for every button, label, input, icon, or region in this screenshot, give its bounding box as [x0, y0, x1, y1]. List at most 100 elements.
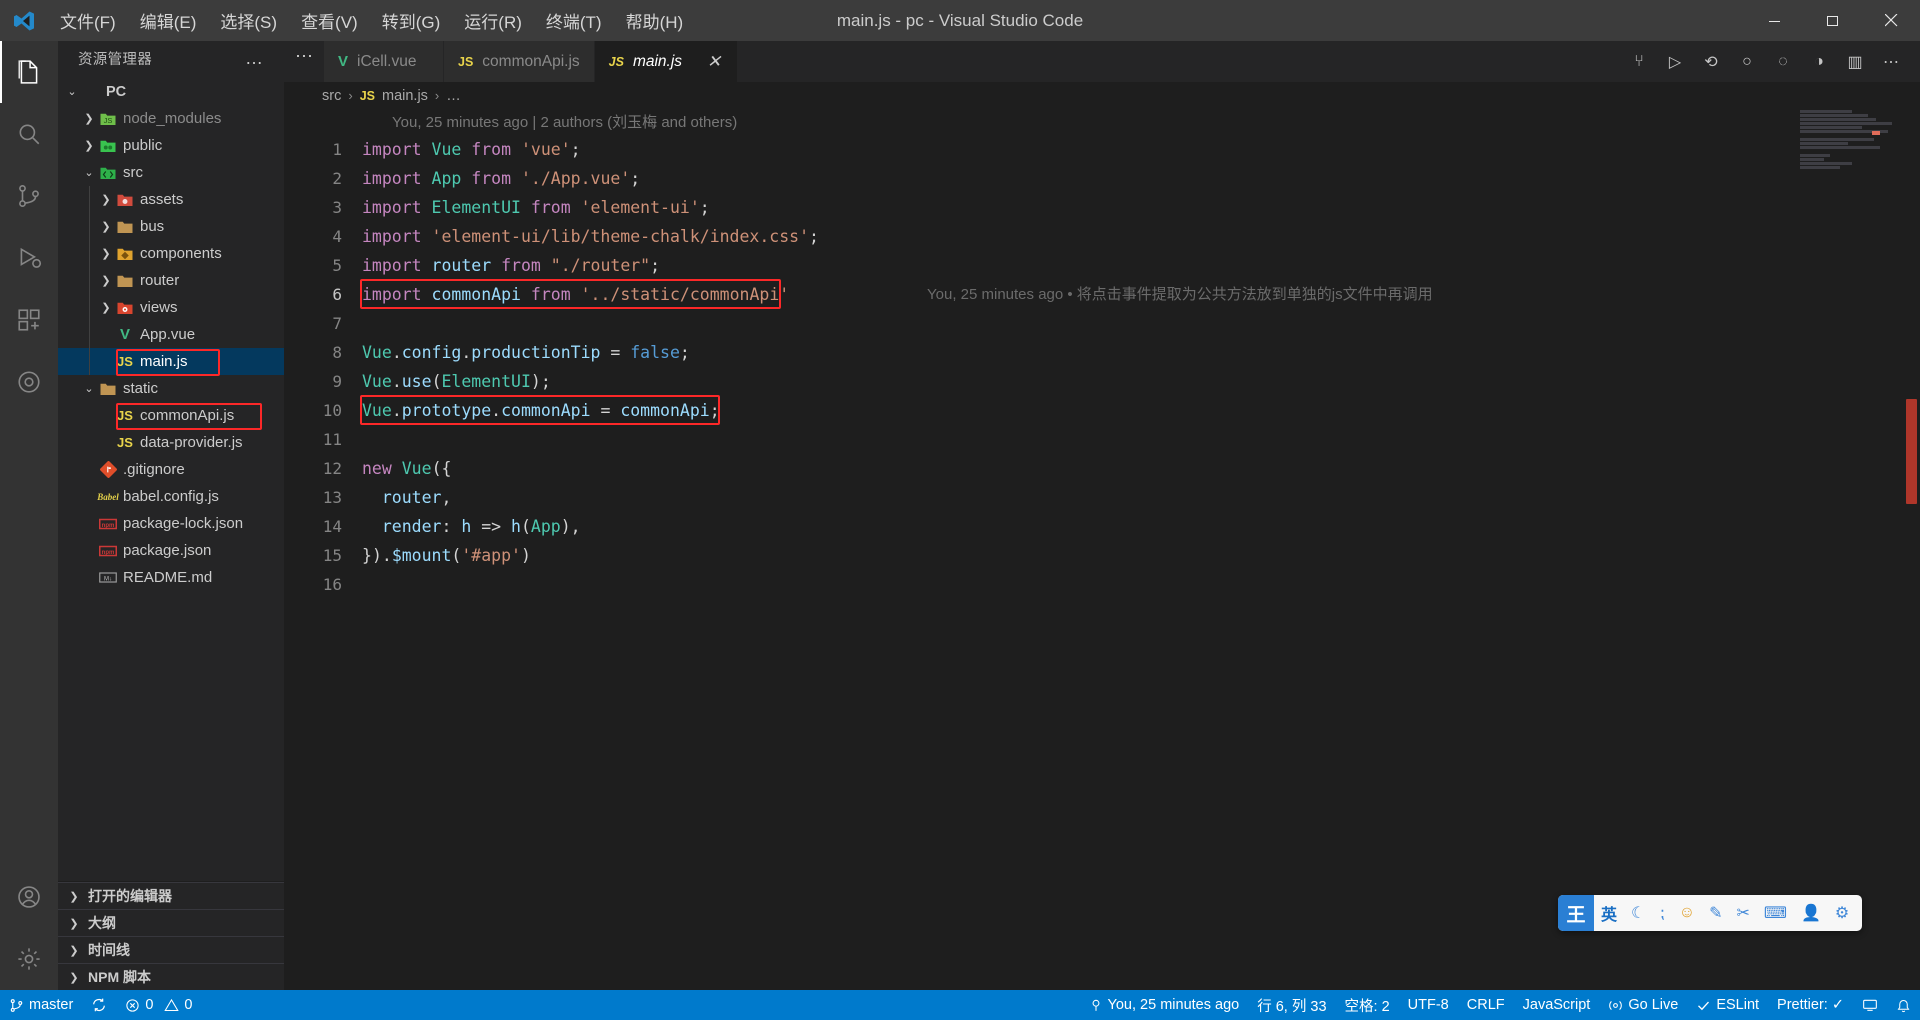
section-outline[interactable]: ❯ 大纲 — [58, 909, 284, 936]
menu-help[interactable]: 帮助(H) — [614, 3, 696, 38]
tree-item-components[interactable]: ❯ components — [58, 240, 284, 267]
tree-item-bus[interactable]: ❯ bus — [58, 213, 284, 240]
split-compare-icon[interactable]: ⑂ — [1624, 47, 1654, 77]
tree-item-package-json[interactable]: npm package.json — [58, 537, 284, 564]
section-timeline[interactable]: ❯ 时间线 — [58, 936, 284, 963]
close-button[interactable] — [1862, 0, 1920, 41]
code-line[interactable]: 15}).$mount('#app') — [284, 541, 1920, 570]
status-problems[interactable]: 0 0 — [116, 990, 201, 1020]
code-text[interactable]: }).$mount('#app') — [362, 541, 1920, 570]
status-cursor-position[interactable]: 行 6, 列 33 — [1248, 990, 1335, 1020]
sidebar-item-explorer[interactable] — [0, 41, 58, 103]
menu-terminal[interactable]: 终端(T) — [534, 3, 614, 38]
code-editor[interactable]: You, 25 minutes ago | 2 authors (刘玉梅 and… — [284, 109, 1920, 990]
breakpoint-icon[interactable]: ○ — [1732, 47, 1762, 77]
section-open-editors[interactable]: ❯ 打开的编辑器 — [58, 882, 284, 909]
sidebar-item-extensions[interactable] — [0, 289, 58, 351]
tree-item-main-js[interactable]: JS main.js — [58, 348, 284, 375]
tree-item-assets[interactable]: ❯ assets — [58, 186, 284, 213]
tree-item-static[interactable]: ⌄ static — [58, 375, 284, 402]
debug-step-icon[interactable]: ⟲ — [1696, 47, 1726, 77]
status-eslint[interactable]: ESLint — [1687, 990, 1768, 1020]
code-text[interactable]: import router from "./router"; — [362, 251, 1920, 280]
tree-item-public[interactable]: ❯ public — [58, 132, 284, 159]
ime-lang-mode[interactable]: 英 — [1594, 895, 1624, 931]
minimap[interactable] — [1794, 109, 1902, 990]
code-text[interactable]: import ElementUI from 'element-ui'; — [362, 193, 1920, 222]
code-line[interactable]: 4 import 'element-ui/lib/theme-chalk/inde… — [284, 222, 1920, 251]
status-git-branch[interactable]: master — [0, 990, 82, 1020]
minimize-button[interactable] — [1746, 0, 1804, 41]
code-text[interactable]: import 'element-ui/lib/theme-chalk/index… — [362, 222, 1920, 251]
code-text[interactable]: Vue.use(ElementUI); — [362, 367, 1920, 396]
tree-item-app-vue[interactable]: V App.vue — [58, 321, 284, 348]
code-line[interactable]: 8 Vue.config.productionTip = false; — [284, 338, 1920, 367]
sidebar-item-source-control[interactable] — [0, 165, 58, 227]
status-eol[interactable]: CRLF — [1458, 990, 1514, 1020]
tab-main-js[interactable]: JS main.js ✕ — [594, 41, 739, 82]
coverage-icon[interactable]: ◑ — [1804, 47, 1834, 77]
code-text[interactable]: new Vue({ — [362, 454, 1920, 483]
code-line[interactable]: 1 import Vue from 'vue'; — [284, 135, 1920, 164]
code-text[interactable]: import commonApi from '../static/commonA… — [362, 280, 1920, 309]
code-text[interactable]: router, — [362, 483, 1920, 512]
code-text[interactable]: import App from './App.vue'; — [362, 164, 1920, 193]
tree-item-data-provider-js[interactable]: JS data-provider.js — [58, 429, 284, 456]
code-text[interactable]: Vue.config.productionTip = false; — [362, 338, 1920, 367]
menu-go[interactable]: 转到(G) — [370, 3, 453, 38]
tabs-overflow-icon[interactable]: ⋯ — [284, 41, 324, 71]
tab-commonapi-js[interactable]: JS commonApi.js — [444, 41, 595, 82]
breadcrumb-file[interactable]: main.js — [382, 88, 428, 104]
code-line[interactable]: 9 Vue.use(ElementUI); — [284, 367, 1920, 396]
ime-settings-icon[interactable]: ⚙ — [1828, 895, 1856, 931]
watch-icon[interactable]: ◌ — [1768, 47, 1798, 77]
tree-item--gitignore[interactable]: .gitignore — [58, 456, 284, 483]
menu-file[interactable]: 文件(F) — [48, 3, 128, 38]
code-line[interactable]: 6 import commonApi from '../static/common… — [284, 280, 1920, 309]
code-surface[interactable]: You, 25 minutes ago | 2 authors (刘玉梅 and… — [284, 109, 1920, 990]
tree-item-router[interactable]: ❯ router — [58, 267, 284, 294]
sidebar-item-live-share[interactable] — [0, 351, 58, 413]
tree-item-package-lock-json[interactable]: npm package-lock.json — [58, 510, 284, 537]
vertical-scrollbar[interactable] — [1902, 109, 1920, 990]
tab-icell-vue[interactable]: V iCell.vue — [324, 41, 444, 82]
ime-toolbar[interactable]: 王 英 ☾ ⁏ ☺ ✎ ✂ ⌨ 👤 ⚙ — [1558, 895, 1863, 931]
maximize-button[interactable] — [1804, 0, 1862, 41]
code-line[interactable]: 7 — [284, 309, 1920, 338]
menu-view[interactable]: 查看(V) — [289, 3, 370, 38]
account-icon[interactable] — [0, 866, 58, 928]
more-actions-icon[interactable]: ⋯ — [1876, 47, 1906, 77]
code-lines[interactable]: 1 import Vue from 'vue'; 2 import App from … — [284, 135, 1920, 599]
status-notifications[interactable] — [1887, 990, 1920, 1020]
section-npm-scripts[interactable]: ❯ NPM 脚本 — [58, 963, 284, 990]
emoji-icon[interactable]: ☺ — [1672, 895, 1702, 931]
sidebar-item-run-debug[interactable] — [0, 227, 58, 289]
code-line[interactable]: 5 import router from "./router"; — [284, 251, 1920, 280]
code-text[interactable] — [362, 309, 1920, 338]
code-line[interactable]: 12 new Vue({ — [284, 454, 1920, 483]
status-go-live[interactable]: Go Live — [1599, 990, 1687, 1020]
code-text[interactable] — [362, 570, 1920, 599]
status-remote-open[interactable] — [1853, 990, 1887, 1020]
ime-logo-icon[interactable]: 王 — [1558, 895, 1594, 931]
explorer-more-icon[interactable]: … — [245, 48, 264, 69]
code-text[interactable]: import Vue from 'vue'; — [362, 135, 1920, 164]
user-icon[interactable]: 👤 — [1794, 895, 1828, 931]
punctuation-icon[interactable]: ⁏ — [1652, 895, 1671, 931]
status-language-mode[interactable]: JavaScript — [1514, 990, 1600, 1020]
menu-edit[interactable]: 编辑(E) — [128, 3, 209, 38]
code-line[interactable]: 2 import App from './App.vue'; — [284, 164, 1920, 193]
tree-item-readme-md[interactable]: M↓ README.md — [58, 564, 284, 591]
code-line[interactable]: 13 router, — [284, 483, 1920, 512]
tree-item-pc[interactable]: ⌄ PC — [58, 78, 284, 105]
tree-item-commonapi-js[interactable]: JS commonApi.js — [58, 402, 284, 429]
tree-item-babel-config-js[interactable]: Babel babel.config.js — [58, 483, 284, 510]
code-line[interactable]: 3 import ElementUI from 'element-ui'; — [284, 193, 1920, 222]
breadcrumb-root[interactable]: src — [322, 88, 341, 104]
status-sync-changes[interactable] — [82, 990, 116, 1020]
sidebar-item-search[interactable] — [0, 103, 58, 165]
split-editor-icon[interactable]: ▥ — [1840, 47, 1870, 77]
scissors-icon[interactable]: ✂ — [1730, 895, 1757, 931]
file-tree[interactable]: ⌄ PC ❯ JS node_modules ❯ public ⌄ src ❯ assets ❯ bus… — [58, 76, 284, 881]
code-line[interactable]: 10 Vue.prototype.commonApi = commonApi; — [284, 396, 1920, 425]
